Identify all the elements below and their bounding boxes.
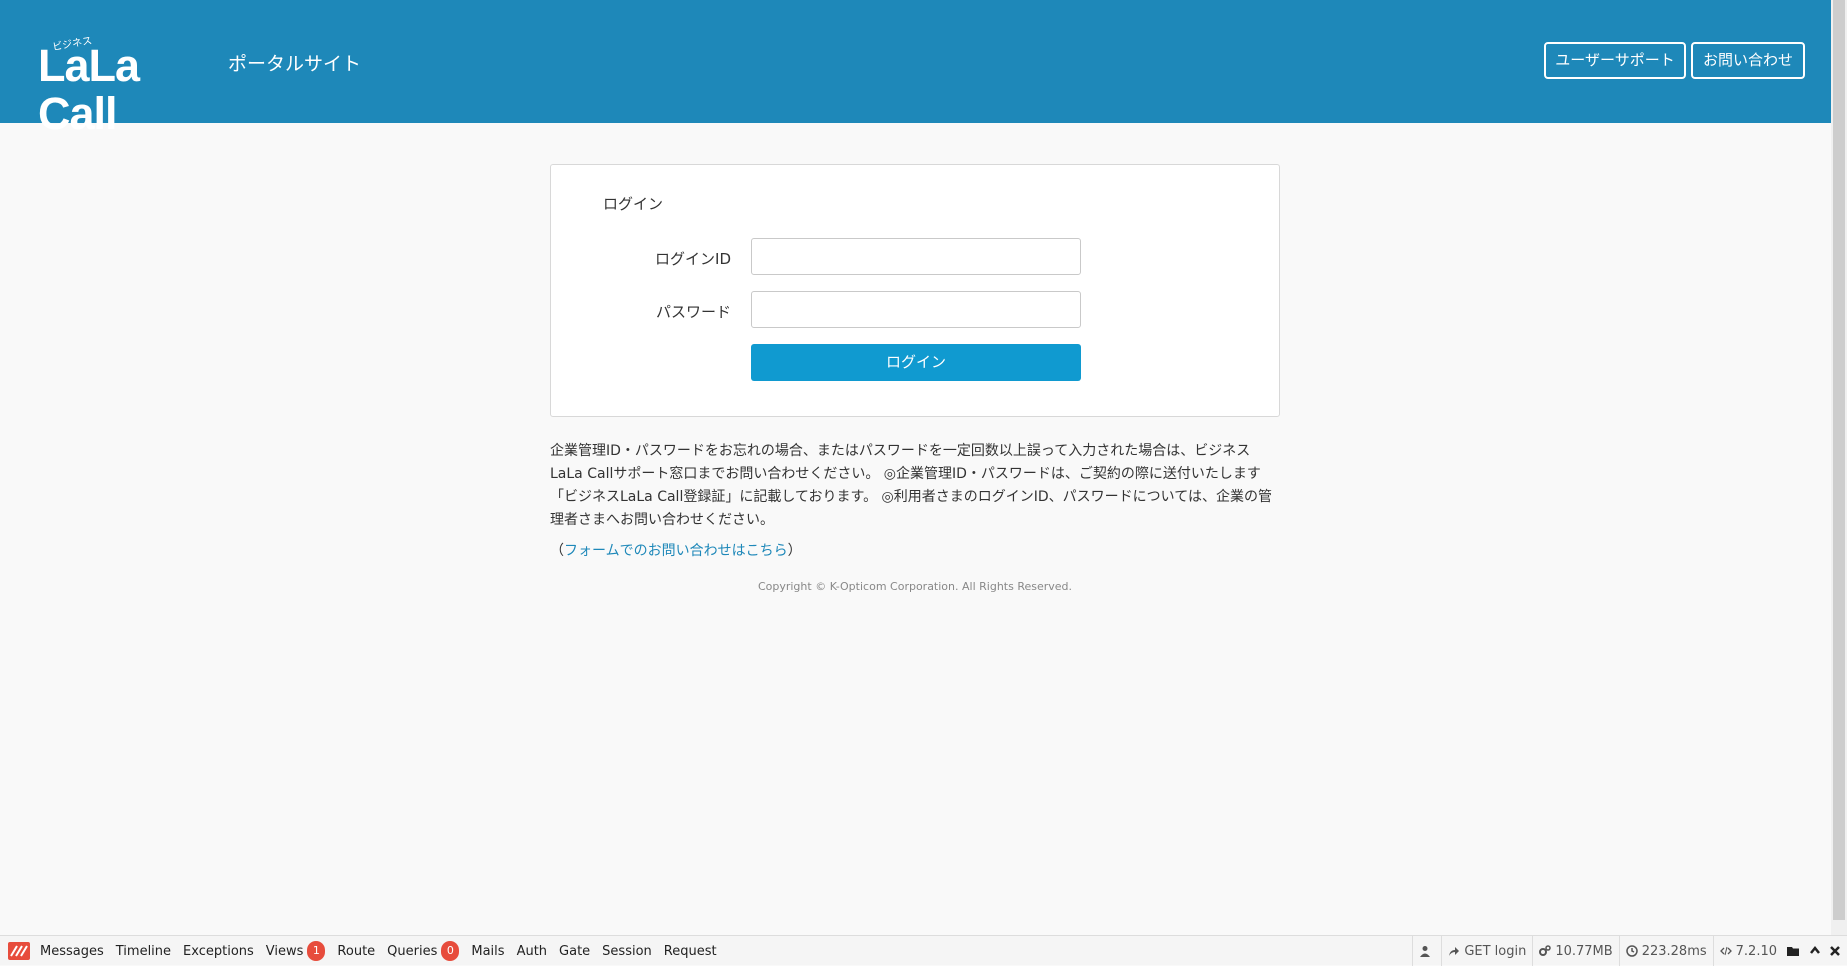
debugbar-tab-label: Auth (516, 943, 548, 959)
debugbar: Messages Timeline Exceptions Views 1 Route Que… (0, 935, 1847, 966)
debugbar-tab-views[interactable]: Views 1 (266, 941, 326, 961)
maximize-button[interactable] (1805, 936, 1825, 966)
memory-text: 10.77MB (1555, 943, 1613, 959)
route-info[interactable]: GET login (1441, 936, 1532, 966)
debugbar-tab-label: Mails (471, 943, 505, 959)
link-open-paren: （ (550, 543, 564, 559)
debugbar-tab-label: Queries (387, 943, 438, 959)
debugbar-tab-mails[interactable]: Mails (471, 944, 504, 959)
time-text: 223.28ms (1641, 943, 1707, 959)
lalacall-logo[interactable]: ビジネス LaLa Call (38, 36, 220, 138)
cogs-icon (1539, 945, 1552, 956)
debugbar-tab-timeline[interactable]: Timeline (116, 944, 171, 959)
debugbar-tab-messages[interactable]: Messages (40, 944, 104, 959)
debugbar-status: GET login 10.77MB 223.28ms 7.2.10 (1412, 936, 1845, 966)
close-debugbar-button[interactable] (1825, 936, 1845, 966)
debugbar-tab-label: Views (265, 943, 304, 959)
debugbar-tab-route[interactable]: Route (337, 944, 375, 959)
folder-icon (1787, 947, 1799, 956)
contact-form-link[interactable]: フォームでのお問い合わせはこちら (564, 543, 788, 559)
password-input[interactable] (751, 291, 1081, 328)
vertical-scrollbar[interactable] (1831, 0, 1847, 935)
debugbar-tab-auth[interactable]: Auth (517, 944, 547, 959)
debugbar-tab-session[interactable]: Session (602, 944, 652, 959)
logo-text: LaLa Call (38, 40, 140, 139)
contact-button[interactable]: お問い合わせ (1691, 42, 1805, 79)
scrollbar-thumb[interactable] (1833, 0, 1845, 920)
debugbar-tab-queries[interactable]: Queries 0 (387, 941, 460, 961)
share-icon (1449, 947, 1460, 956)
login-card: ログイン ログインID パスワード ログイン (550, 164, 1280, 417)
copyright: Copyright © K-Opticom Corporation. All R… (757, 580, 1073, 593)
login-title: ログイン (603, 195, 664, 213)
user-icon (1420, 946, 1431, 957)
debugbar-tab-label: Gate (559, 943, 591, 959)
user-support-button[interactable]: ユーザーサポート (1544, 42, 1686, 79)
debugbar-tab-label: Session (602, 943, 652, 959)
debugbar-tabs: Messages Timeline Exceptions Views 1 Route Que… (40, 936, 729, 966)
password-label: パスワード (655, 303, 731, 321)
memory-info[interactable]: 10.77MB (1532, 936, 1618, 966)
debugbar-tab-badge: 1 (307, 941, 326, 961)
debugbar-tab-exceptions[interactable]: Exceptions (183, 944, 254, 959)
debugbar-tab-label: Route (337, 943, 376, 959)
site-header: ビジネス LaLa Call ポータルサイト ユーザーサポート お問い合わせ (0, 0, 1831, 138)
debugbar-logo-icon[interactable] (8, 942, 30, 960)
close-icon (1830, 946, 1840, 956)
route-text: GET login (1464, 943, 1527, 959)
debugbar-tab-badge: 0 (441, 941, 460, 961)
php-version-info[interactable]: 7.2.10 (1712, 936, 1783, 966)
debugbar-tab-label: Timeline (115, 943, 172, 959)
time-info[interactable]: 223.28ms (1618, 936, 1713, 966)
login-id-input[interactable] (751, 238, 1081, 275)
open-folder-button[interactable] (1783, 936, 1805, 966)
login-notice: 企業管理ID・パスワードをお忘れの場合、またはパスワードを一定回数以上誤って入力… (550, 443, 1272, 528)
auth-user[interactable] (1412, 936, 1441, 966)
portal-title: ポータルサイト (228, 53, 362, 75)
clock-icon (1625, 945, 1638, 957)
chevron-up-icon (1810, 945, 1820, 954)
code-icon (1719, 946, 1732, 956)
debugbar-tab-label: Exceptions (183, 943, 254, 959)
debugbar-tab-gate[interactable]: Gate (559, 944, 590, 959)
login-id-label: ログインID (655, 250, 731, 268)
debugbar-tab-label: Request (663, 943, 717, 959)
link-close-paren: ） (787, 543, 802, 559)
debugbar-tab-label: Messages (40, 943, 104, 959)
debugbar-tab-request[interactable]: Request (664, 944, 717, 959)
login-button[interactable]: ログイン (751, 344, 1081, 381)
php-version-text: 7.2.10 (1735, 943, 1777, 959)
form-link-line: （フォームでのお問い合わせはこちら） (550, 540, 802, 560)
